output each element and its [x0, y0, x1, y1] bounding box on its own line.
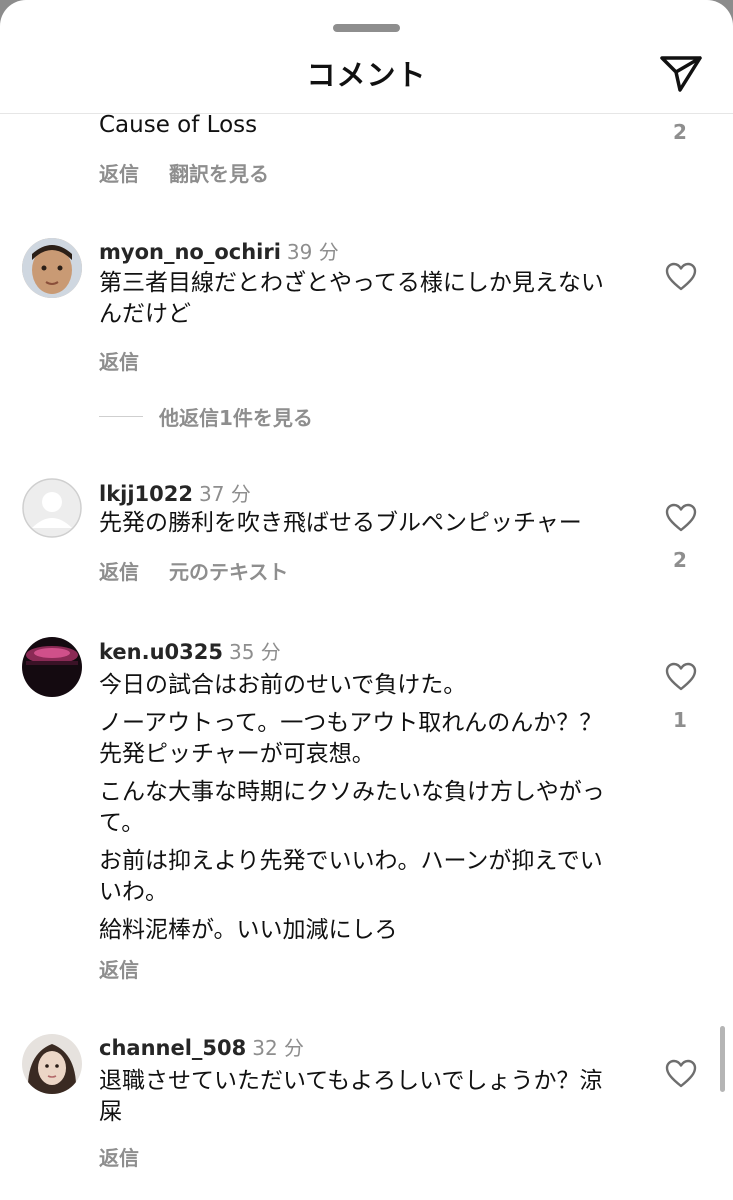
comment-actions: 返信 翻訳を見る	[99, 158, 299, 187]
username[interactable]: myon_no_ochiri	[99, 240, 281, 264]
heart-outline-icon[interactable]	[665, 1059, 697, 1089]
view-replies-line	[99, 416, 143, 417]
avatar[interactable]	[22, 238, 82, 298]
heart-outline-icon[interactable]	[665, 262, 697, 292]
reply-button[interactable]: 返信	[99, 1146, 139, 1170]
comment-text: 退職させていただいてもよろしいでしょうか？涼屎	[99, 1068, 603, 1125]
like-count: 2	[673, 120, 687, 144]
heart-outline-icon[interactable]	[665, 503, 697, 533]
comment-actions: 返信	[99, 346, 169, 375]
drag-handle[interactable]	[333, 24, 400, 32]
reply-button[interactable]: 返信	[99, 958, 139, 982]
avatar[interactable]	[22, 1034, 82, 1094]
username[interactable]: channel_508	[99, 1036, 246, 1060]
comment-header: myon_no_ochiri 39 分	[99, 236, 339, 265]
view-replies-label: 他返信1件を見る	[159, 406, 313, 430]
reply-button[interactable]: 返信	[99, 162, 139, 186]
comment-text: Cause of Loss	[99, 112, 258, 138]
scrollbar[interactable]	[720, 1026, 725, 1092]
timestamp: 39 分	[286, 240, 339, 264]
username[interactable]: ken.u0325	[99, 640, 223, 664]
username[interactable]: lkjj1022	[99, 482, 193, 506]
comment-text: 第三者目線だとわざとやってる様にしか見えないんだけど	[99, 270, 604, 327]
original-text-button[interactable]: 元のテキスト	[169, 560, 288, 584]
send-icon[interactable]	[658, 52, 704, 94]
view-replies-button[interactable]: 他返信1件を見る	[99, 402, 313, 431]
comment-header: channel_508 32 分	[99, 1032, 304, 1061]
comment-header: lkjj1022 37 分	[99, 478, 251, 507]
like-count: 1	[673, 708, 687, 732]
comment-header: ken.u0325 35 分	[99, 636, 281, 665]
like-count: 2	[673, 548, 687, 572]
translate-button[interactable]: 翻訳を見る	[169, 162, 269, 186]
comment-actions: 返信	[99, 1142, 169, 1171]
reply-button[interactable]: 返信	[99, 350, 139, 374]
page-title: コメント	[306, 58, 427, 92]
reply-button[interactable]: 返信	[99, 560, 139, 584]
comment-text: 先発の勝利を吹き飛ばせるブルペンピッチャー	[99, 510, 582, 536]
comment-text: 今日の試合はお前のせいで負けた。 ノーアウトって。一つもアウト取れんのんか？？先…	[99, 672, 605, 943]
timestamp: 32 分	[252, 1036, 305, 1060]
timestamp: 37 分	[199, 482, 251, 506]
comment-actions: 返信 元のテキスト	[99, 556, 318, 585]
heart-outline-icon[interactable]	[665, 662, 697, 692]
default-avatar-icon[interactable]	[22, 478, 82, 538]
avatar[interactable]	[22, 637, 82, 697]
comment-actions: 返信	[99, 954, 169, 983]
timestamp: 35 分	[228, 640, 281, 664]
comments-sheet: コメント Cause of Loss 返信 翻訳を見る 2 myon_no_och…	[0, 0, 733, 1200]
